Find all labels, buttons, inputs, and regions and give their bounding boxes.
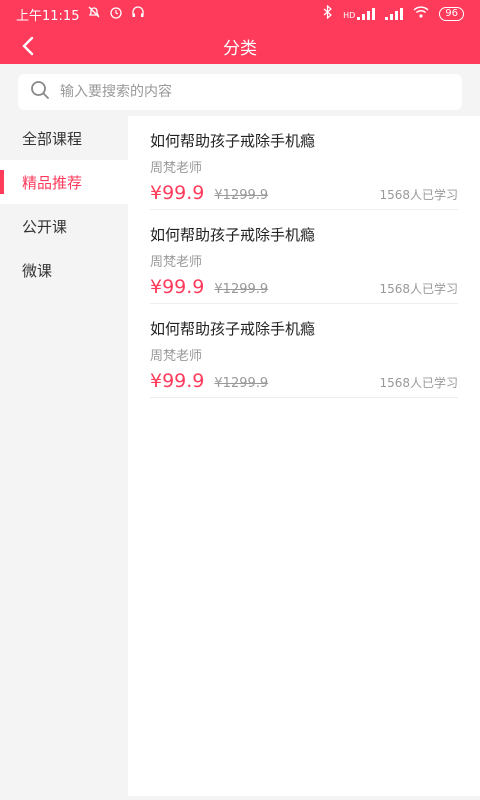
course-original-price: ¥1299.9: [214, 376, 269, 391]
sidebar-item-all-courses[interactable]: 全部课程: [0, 116, 128, 160]
course-original-price: ¥1299.9: [214, 282, 269, 297]
page-title: 分类: [223, 38, 257, 59]
course-learner-count: 1568人已学习: [379, 188, 458, 202]
course-price: ¥99.9: [150, 276, 205, 298]
back-arrow-icon[interactable]: [14, 32, 42, 60]
course-item[interactable]: 如何帮助孩子戒除手机瘾 周梵老师 ¥99.9 ¥1299.9 1568人已学习: [150, 304, 458, 398]
course-learner-count: 1568人已学习: [379, 282, 458, 296]
course-teacher: 周梵老师: [150, 349, 203, 364]
sidebar-item-label: 全部课程: [22, 129, 83, 148]
category-sidebar: 全部课程 精品推荐 公开课 微课: [0, 116, 128, 796]
battery-icon: 96: [439, 7, 464, 21]
notification-off-icon: [87, 5, 101, 23]
course-original-price: ¥1299.9: [214, 188, 269, 203]
sidebar-item-open-courses[interactable]: 公开课: [0, 204, 128, 248]
course-item[interactable]: 如何帮助孩子戒除手机瘾 周梵老师 ¥99.9 ¥1299.9 1568人已学习: [150, 116, 458, 210]
signal-icon: [385, 8, 404, 20]
sidebar-item-micro-courses[interactable]: 微课: [0, 248, 128, 292]
course-title: 如何帮助孩子戒除手机瘾: [150, 320, 316, 338]
search-area: [0, 64, 480, 116]
sidebar-item-label: 精品推荐: [22, 173, 83, 192]
course-price: ¥99.9: [150, 370, 205, 392]
search-input[interactable]: [58, 83, 450, 101]
signal-icon: [357, 8, 376, 20]
course-title: 如何帮助孩子戒除手机瘾: [150, 132, 316, 150]
status-bar: 上午11:15 HD 96: [0, 0, 480, 28]
sidebar-item-label: 微课: [22, 261, 53, 280]
alarm-icon: [109, 5, 123, 23]
course-learner-count: 1568人已学习: [379, 376, 458, 390]
search-icon: [30, 80, 50, 104]
nav-bar: 分类: [0, 28, 480, 64]
sidebar-item-featured[interactable]: 精品推荐: [0, 160, 128, 204]
course-price: ¥99.9: [150, 182, 205, 204]
status-time: 上午11:15: [16, 8, 80, 24]
top-bar: 上午11:15 HD 96 分类: [0, 0, 480, 64]
network-type-label: HD: [343, 11, 356, 20]
course-list: 如何帮助孩子戒除手机瘾 周梵老师 ¥99.9 ¥1299.9 1568人已学习 …: [128, 116, 480, 796]
bluetooth-icon: [323, 4, 333, 23]
course-item[interactable]: 如何帮助孩子戒除手机瘾 周梵老师 ¥99.9 ¥1299.9 1568人已学习: [150, 210, 458, 304]
course-teacher: 周梵老师: [150, 255, 203, 270]
search-box[interactable]: [18, 74, 462, 110]
content-area: 全部课程 精品推荐 公开课 微课 如何帮助孩子戒除手机瘾 周梵老师 ¥99.9 …: [0, 116, 480, 796]
headset-icon: [131, 5, 145, 23]
course-title: 如何帮助孩子戒除手机瘾: [150, 226, 316, 244]
course-teacher: 周梵老师: [150, 161, 203, 176]
wifi-icon: [413, 6, 429, 22]
sidebar-item-label: 公开课: [22, 217, 68, 236]
